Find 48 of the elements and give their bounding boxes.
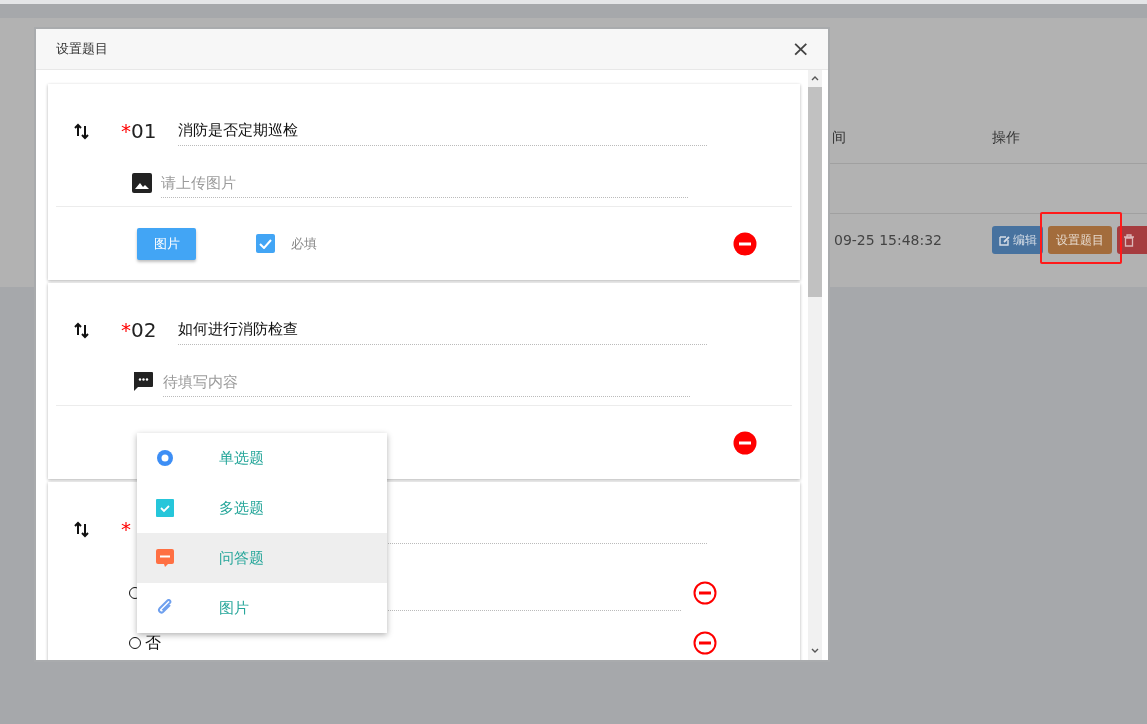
answer-field[interactable]: 请上传图片 — [161, 168, 688, 198]
checkbox-icon — [156, 499, 174, 517]
paperclip-icon — [156, 599, 174, 617]
menu-item[interactable]: 单选题 — [137, 433, 387, 483]
required-mark: * — [121, 519, 131, 539]
menu-item[interactable]: 多选题 — [137, 483, 387, 533]
sort-icon[interactable] — [74, 321, 89, 339]
column-header: 间 — [831, 128, 847, 147]
remove-icon[interactable] — [693, 631, 717, 655]
question-field[interactable]: 如何进行消防检查 — [178, 315, 707, 345]
comment-icon — [156, 549, 174, 567]
trash-icon — [1123, 233, 1135, 247]
remove-icon[interactable] — [733, 231, 757, 256]
menu-item-label: 图片 — [219, 597, 249, 619]
column-header: 操作 — [992, 128, 1020, 147]
setup-questions-button[interactable]: 设置题目 — [1048, 226, 1112, 254]
dialog-title: 设置题目 — [56, 40, 108, 59]
answer-field[interactable]: 待填写内容 — [163, 367, 690, 397]
scrollbar-thumb[interactable] — [808, 87, 822, 297]
scroll-up-icon[interactable] — [811, 75, 819, 82]
option-label: 否 — [145, 635, 162, 651]
remove-icon[interactable] — [733, 430, 757, 455]
question-number: 02 — [131, 320, 157, 340]
radio-icon — [156, 449, 174, 467]
required-mark: * — [121, 121, 131, 141]
type-button[interactable]: 图片 — [137, 227, 196, 260]
menu-item-label: 单选题 — [219, 447, 264, 469]
menu-item[interactable]: 问答题 — [137, 533, 387, 583]
checkbox-label: 必填 — [291, 234, 317, 253]
checkbox[interactable] — [256, 234, 275, 253]
scroll-down-icon[interactable] — [811, 647, 819, 654]
required-mark: * — [121, 320, 131, 340]
close-button[interactable]: × — [791, 38, 810, 60]
question-field[interactable]: 消防是否定期巡检 — [178, 116, 707, 146]
sort-icon[interactable] — [74, 520, 89, 538]
comment-icon — [132, 371, 154, 393]
menu-item[interactable]: 图片 — [137, 583, 387, 633]
question-number: 01 — [131, 121, 157, 141]
menu-item-label: 问答题 — [219, 547, 264, 569]
scrollbar[interactable] — [808, 70, 822, 660]
remove-icon[interactable] — [693, 581, 717, 605]
pencil-icon — [998, 233, 1010, 247]
image-icon — [132, 173, 152, 193]
sort-icon[interactable] — [74, 122, 89, 140]
edit-button[interactable]: 编辑 — [992, 226, 1043, 254]
table-cell: 09-25 15:48:32 — [834, 232, 942, 248]
menu-item-label: 多选题 — [219, 497, 264, 519]
delete-button[interactable] — [1117, 226, 1147, 254]
